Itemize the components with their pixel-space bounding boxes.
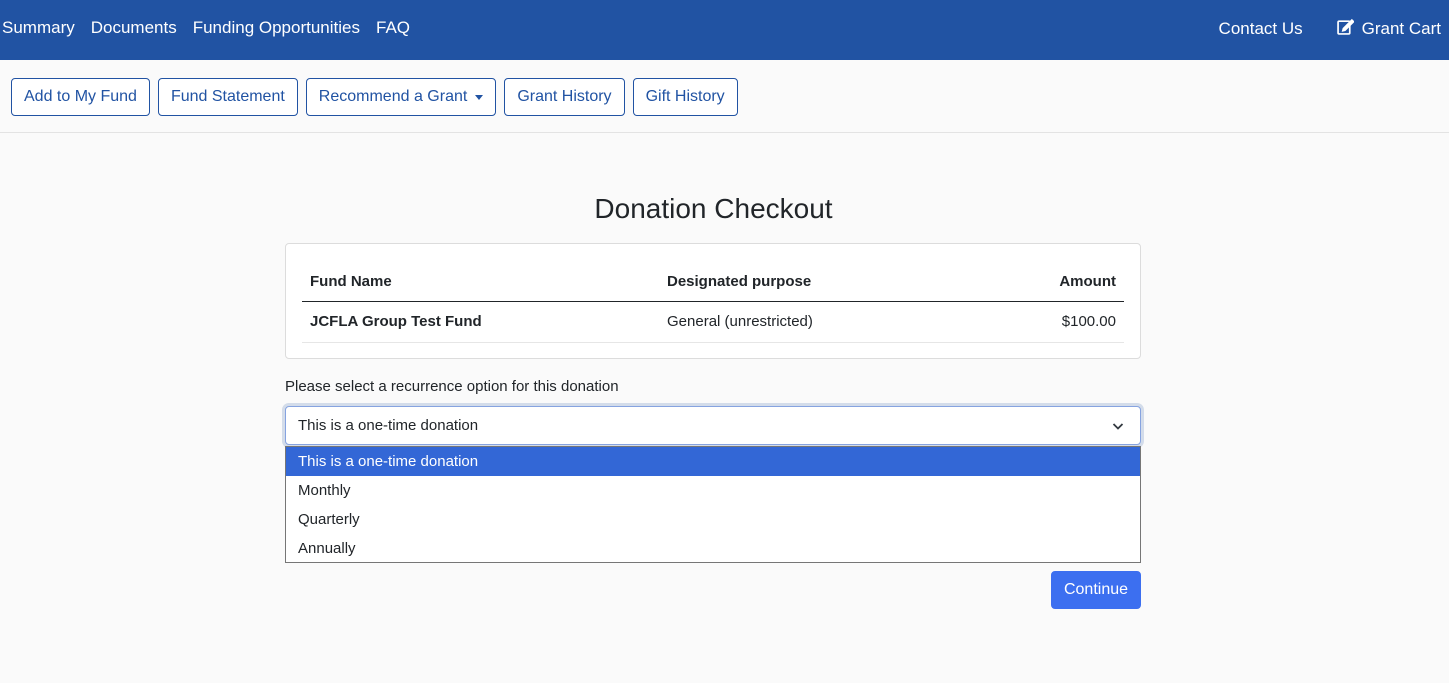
fund-statement-button[interactable]: Fund Statement xyxy=(157,78,298,116)
nav-documents[interactable]: Documents xyxy=(91,18,177,38)
table-row: JCFLA Group Test Fund General (unrestric… xyxy=(302,301,1124,343)
fund-toolbar: Add to My Fund Fund Statement Recommend … xyxy=(0,60,1449,133)
grant-cart-label: Grant Cart xyxy=(1361,19,1441,38)
donation-table: Fund Name Designated purpose Amount JCFL… xyxy=(302,262,1124,343)
header-amount: Amount xyxy=(959,262,1124,302)
add-to-my-fund-button[interactable]: Add to My Fund xyxy=(11,78,150,116)
recommend-grant-label: Recommend a Grant xyxy=(318,88,468,105)
page-title: Donation Checkout xyxy=(594,193,833,224)
nav-funding-opportunities[interactable]: Funding Opportunities xyxy=(193,18,360,38)
continue-button[interactable]: Continue xyxy=(1051,571,1141,609)
caret-down-icon xyxy=(475,95,484,100)
top-navbar: Summary Documents Funding Opportunities … xyxy=(0,0,1449,60)
recurrence-select[interactable]: This is a one-time donation xyxy=(285,406,1141,445)
recurrence-selected-value: This is a one-time donation xyxy=(298,417,479,434)
fund-name-cell: JCFLA Group Test Fund xyxy=(302,301,659,343)
recommend-grant-dropdown-button[interactable]: Recommend a Grant xyxy=(305,78,497,116)
amount-cell: $100.00 xyxy=(959,301,1124,343)
option-quarterly[interactable]: Quarterly xyxy=(286,505,1140,534)
option-annually[interactable]: Annually xyxy=(286,534,1140,563)
option-one-time[interactable]: This is a one-time donation xyxy=(286,447,1140,476)
purpose-cell: General (unrestricted) xyxy=(659,301,959,343)
nav-faq[interactable]: FAQ xyxy=(376,18,410,38)
utility-nav: Contact Us Grant Cart xyxy=(1219,18,1441,40)
gift-history-button[interactable]: Gift History xyxy=(632,78,738,116)
donation-summary-card: Fund Name Designated purpose Amount JCFL… xyxy=(285,243,1141,359)
recurrence-options-list: This is a one-time donation Monthly Quar… xyxy=(285,446,1141,563)
header-fund-name: Fund Name xyxy=(302,262,659,302)
grant-cart-link[interactable]: Grant Cart xyxy=(1336,18,1441,40)
contact-us-link[interactable]: Contact Us xyxy=(1219,19,1303,39)
edit-icon xyxy=(1336,18,1355,40)
table-header-row: Fund Name Designated purpose Amount xyxy=(302,262,1124,302)
recurrence-label: Please select a recurrence option for th… xyxy=(285,378,619,395)
grant-history-button[interactable]: Grant History xyxy=(504,78,625,116)
header-designated-purpose: Designated purpose xyxy=(659,262,959,302)
nav-summary[interactable]: Summary xyxy=(2,18,75,38)
main-nav-links: Summary Documents Funding Opportunities … xyxy=(2,18,410,38)
option-monthly[interactable]: Monthly xyxy=(286,476,1140,505)
